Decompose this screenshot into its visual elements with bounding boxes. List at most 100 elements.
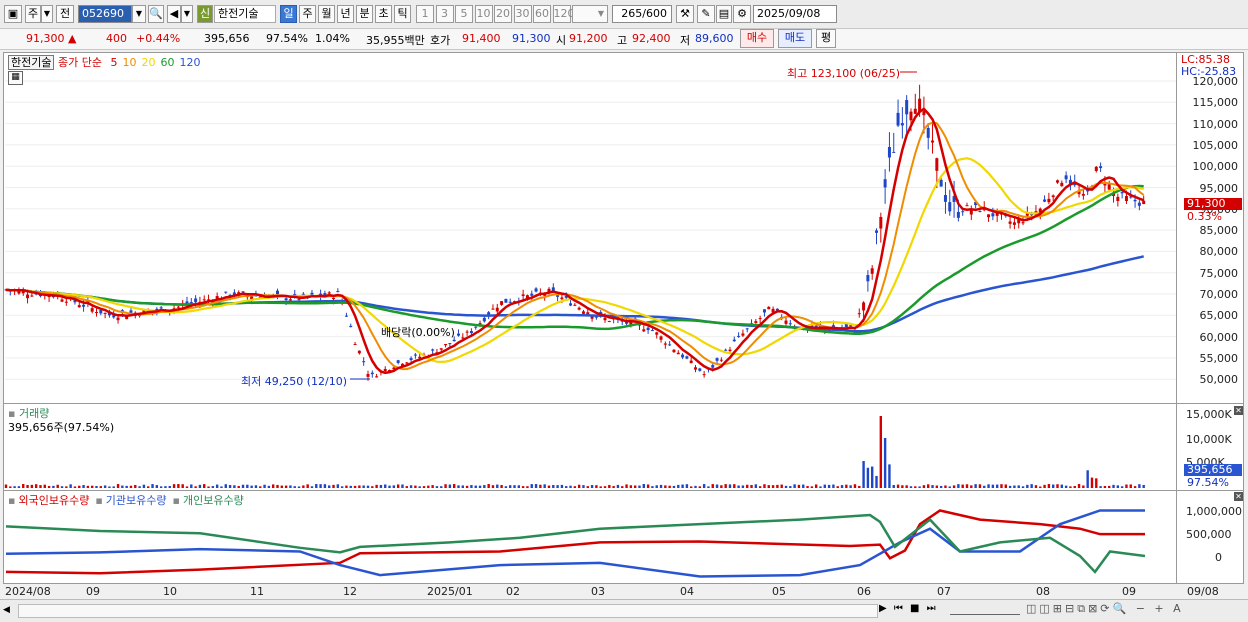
volume-bar	[4, 484, 8, 488]
volume-bar	[155, 485, 159, 488]
close-pane-icon[interactable]: ✕	[1234, 492, 1243, 501]
candle-body	[284, 298, 288, 301]
volume-bar	[625, 484, 628, 488]
ma-period-label[interactable]: 10	[122, 56, 136, 69]
playback-controls[interactable]: ▶ ⏮ ■ ⏭	[879, 603, 938, 614]
volume-bar	[741, 485, 745, 488]
volume-bar	[177, 484, 180, 488]
scroll-left-icon[interactable]: ◀	[3, 603, 15, 617]
x-axis-label: 05	[772, 585, 786, 598]
candle-body	[1107, 184, 1111, 190]
volume-bar	[366, 485, 370, 488]
candle-body	[728, 349, 732, 351]
candle-body	[814, 325, 818, 327]
ma-period-label[interactable]: 60	[160, 56, 174, 69]
candle-body	[30, 295, 34, 297]
volume-bar	[1142, 484, 1145, 488]
candle-body	[349, 325, 353, 328]
candle-body	[956, 211, 960, 218]
grid-toggle-icon[interactable]: ▦	[8, 71, 23, 85]
candle-body	[1051, 195, 1055, 198]
volume-bar	[1129, 484, 1132, 488]
volume-bar	[384, 484, 387, 488]
volume-bar	[99, 486, 103, 488]
candle-body	[659, 336, 663, 340]
low-annotation: 최저 49,250 (12/10)	[241, 375, 348, 388]
candle-body	[573, 304, 577, 306]
chart-tools-icon-group[interactable]: ◫◫⊞⊟⧉⊠⟳🔍 − + A	[1026, 602, 1184, 616]
volume-bar	[263, 484, 266, 488]
volume-bar	[1116, 485, 1120, 488]
candle-body	[569, 303, 573, 306]
candle-body	[556, 295, 560, 297]
holdings-tick-label: 1,000,000	[1186, 505, 1242, 518]
volume-bar	[95, 486, 98, 488]
volume-bar	[974, 484, 977, 488]
scrollbar-track[interactable]	[18, 604, 878, 618]
zoom-slider[interactable]	[950, 606, 1020, 615]
price-tick-label: 105,000	[1192, 138, 1239, 152]
close-pane-icon[interactable]: ✕	[1234, 406, 1243, 415]
x-axis-end-date: 09/08	[1187, 585, 1219, 598]
volume-bar	[315, 484, 318, 488]
candle-body	[909, 111, 913, 121]
candle-body	[293, 294, 297, 296]
candle-body	[689, 360, 693, 364]
volume-bar	[435, 486, 439, 488]
x-axis-label: 2024/08	[5, 585, 51, 598]
candle-body	[370, 372, 374, 375]
candle-body	[655, 332, 659, 335]
candle-body	[1081, 193, 1085, 196]
candle-body	[788, 323, 792, 325]
volume-bar	[427, 485, 430, 488]
candle-body	[448, 343, 452, 345]
volume-bar	[836, 486, 839, 488]
volume-bar	[892, 485, 895, 488]
volume-bar	[664, 485, 667, 488]
volume-bar	[737, 485, 740, 488]
volume-value-label: 395,656주(97.54%)	[8, 421, 115, 434]
candle-body	[409, 358, 413, 361]
candle-body	[737, 335, 741, 337]
candle-body	[1116, 196, 1120, 201]
volume-bar	[60, 486, 64, 488]
volume-bar	[888, 464, 891, 488]
candle-body	[504, 298, 508, 303]
candle-body	[353, 344, 357, 346]
holdings-tick-label: 500,000	[1186, 528, 1232, 541]
ma-period-label[interactable]: 5	[110, 56, 117, 69]
chart-canvas	[4, 71, 1176, 578]
volume-bar	[776, 484, 779, 488]
volume-bar	[909, 486, 913, 488]
candle-body	[534, 288, 538, 292]
volume-bar	[1064, 485, 1068, 488]
volume-bar	[52, 485, 55, 488]
volume-bar	[418, 486, 421, 488]
volume-bar	[513, 485, 516, 488]
volume-bar	[392, 485, 396, 488]
candle-body	[77, 305, 81, 308]
price-tick-label: 50,000	[1199, 373, 1239, 387]
volume-bar	[526, 486, 529, 488]
volume-bar	[603, 486, 607, 488]
candle-body	[870, 268, 874, 274]
volume-bar	[211, 486, 215, 488]
stock-name-tag[interactable]: 한전기술	[8, 55, 55, 70]
ma-period-label[interactable]: 20	[141, 56, 155, 69]
candle-body	[905, 100, 909, 115]
holdings-tick-label: 0	[1215, 551, 1222, 564]
candle-body	[663, 343, 667, 345]
volume-bar	[90, 485, 94, 488]
volume-bar	[172, 484, 176, 488]
volume-bar	[34, 484, 38, 488]
volume-bar	[267, 485, 271, 488]
candle-body	[715, 358, 719, 361]
ma-period-label[interactable]: 120	[179, 56, 200, 69]
price-tick-label: 55,000	[1199, 351, 1239, 365]
volume-bar	[306, 484, 309, 488]
volume-bar	[246, 484, 249, 488]
candle-body	[694, 367, 698, 370]
price-tick-label: 100,000	[1192, 160, 1239, 174]
candle-body	[698, 368, 702, 371]
candle-body	[939, 179, 943, 187]
